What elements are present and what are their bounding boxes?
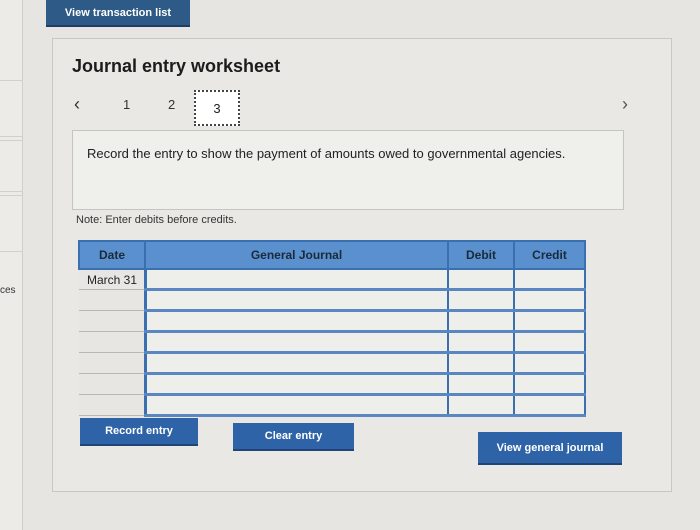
debit-input[interactable] <box>447 310 515 333</box>
left-sidebar-strip <box>0 0 23 530</box>
account-input[interactable] <box>143 394 449 417</box>
debit-input[interactable] <box>447 352 515 375</box>
account-input[interactable] <box>143 310 449 333</box>
table-row <box>79 373 586 396</box>
date-cell[interactable] <box>79 289 146 311</box>
credit-input[interactable] <box>513 289 586 312</box>
note-text: Note: Enter debits before credits. <box>76 214 237 226</box>
instruction-text: Record the entry to show the payment of … <box>87 146 566 161</box>
date-cell[interactable]: March 31 <box>79 269 146 290</box>
credit-input[interactable] <box>513 352 586 375</box>
column-header-date: Date <box>78 240 146 270</box>
account-input[interactable] <box>143 269 449 291</box>
date-cell[interactable] <box>79 394 146 416</box>
sidebar-partial-label[interactable]: ces <box>0 285 16 296</box>
date-cell[interactable] <box>79 310 146 332</box>
table-row <box>79 310 586 333</box>
credit-input[interactable] <box>513 310 586 333</box>
table-row <box>79 394 586 417</box>
page-2-button[interactable]: 2 <box>168 97 175 112</box>
column-header-credit: Credit <box>513 240 586 270</box>
clear-entry-button[interactable]: Clear entry <box>233 423 354 451</box>
credit-input[interactable] <box>513 394 586 417</box>
account-input[interactable] <box>143 373 449 396</box>
instruction-box: Record the entry to show the payment of … <box>72 130 624 210</box>
credit-input[interactable] <box>513 331 586 354</box>
debit-input[interactable] <box>447 373 515 396</box>
table-row <box>79 289 586 312</box>
page-3-button[interactable]: 3 <box>194 90 240 126</box>
date-cell[interactable] <box>79 352 146 374</box>
sidebar-box <box>0 80 23 137</box>
table-row <box>79 352 586 375</box>
table-row <box>79 331 586 354</box>
account-input[interactable] <box>143 352 449 375</box>
chevron-right-icon[interactable]: › <box>622 94 628 115</box>
date-cell[interactable] <box>79 331 146 353</box>
debit-input[interactable] <box>447 269 515 291</box>
date-cell[interactable] <box>79 373 146 395</box>
debit-input[interactable] <box>447 331 515 354</box>
sidebar-box <box>0 195 23 252</box>
credit-input[interactable] <box>513 269 586 291</box>
account-input[interactable] <box>143 331 449 354</box>
page-1-button[interactable]: 1 <box>123 97 130 112</box>
column-header-general-journal: General Journal <box>144 240 449 270</box>
chevron-left-icon[interactable]: ‹ <box>74 94 80 115</box>
record-entry-button[interactable]: Record entry <box>80 418 198 446</box>
page-title: Journal entry worksheet <box>72 56 281 76</box>
column-header-debit: Debit <box>447 240 515 270</box>
view-transaction-list-button[interactable]: View transaction list <box>46 0 190 27</box>
account-input[interactable] <box>143 289 449 312</box>
journal-table: Date General Journal Debit Credit March … <box>78 240 586 417</box>
debit-input[interactable] <box>447 394 515 417</box>
credit-input[interactable] <box>513 373 586 396</box>
debit-input[interactable] <box>447 289 515 312</box>
view-general-journal-button[interactable]: View general journal <box>478 432 622 465</box>
sidebar-box <box>0 140 23 192</box>
table-row: March 31 <box>79 269 586 291</box>
